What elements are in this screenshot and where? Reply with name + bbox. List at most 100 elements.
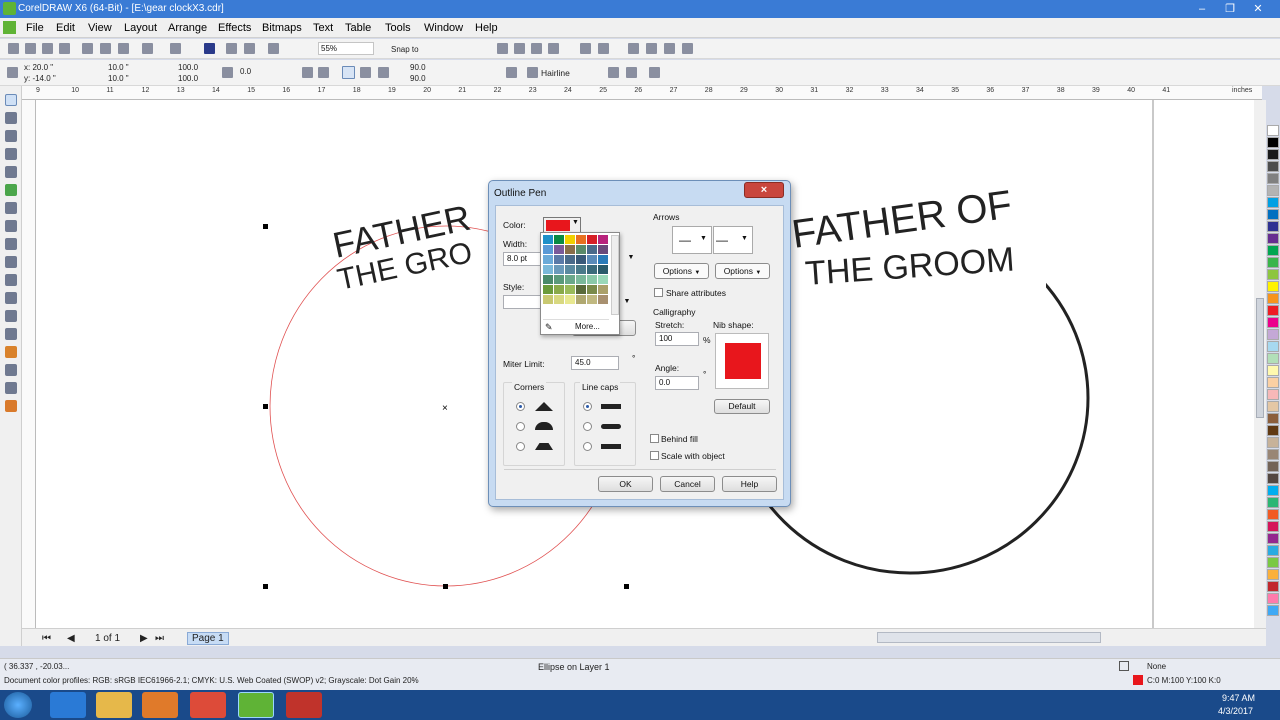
start-button-icon[interactable] — [4, 692, 32, 718]
palette-swatch[interactable] — [1267, 233, 1279, 244]
color-swatch-cell[interactable] — [587, 245, 597, 254]
palette-swatch[interactable] — [1267, 461, 1279, 472]
show-grid-icon[interactable] — [531, 43, 542, 54]
pie-icon[interactable] — [360, 67, 371, 78]
color-swatch-cell[interactable] — [598, 295, 608, 304]
close-window-button[interactable]: ✕ — [1244, 0, 1272, 18]
color-swatch-cell[interactable] — [598, 275, 608, 284]
palette-swatch[interactable] — [1267, 257, 1279, 268]
color-profiles-info[interactable]: Document color profiles: RGB: sRGB IEC61… — [4, 676, 419, 685]
menu-view[interactable]: View — [88, 22, 112, 34]
palette-swatch[interactable] — [1267, 305, 1279, 316]
color-swatch-cell[interactable] — [554, 255, 564, 264]
corel-connect-icon[interactable] — [646, 43, 657, 54]
start-arrow-options-button[interactable]: Options ▼ — [654, 263, 709, 279]
palette-swatch[interactable] — [1267, 353, 1279, 364]
undo-icon[interactable] — [142, 43, 153, 54]
color-swatch-cell[interactable] — [554, 235, 564, 244]
polygon-tool-icon[interactable] — [5, 238, 17, 250]
redo-icon[interactable] — [170, 43, 181, 54]
color-swatch-cell[interactable] — [565, 265, 575, 274]
minimize-button[interactable]: – — [1188, 0, 1216, 18]
scale-width-field[interactable]: 100.0 — [178, 63, 198, 72]
start-angle-field[interactable]: 90.0 — [410, 63, 426, 72]
menu-file[interactable]: File — [26, 22, 44, 34]
menu-effects[interactable]: Effects — [218, 22, 251, 34]
palette-swatch[interactable] — [1267, 497, 1279, 508]
position-x-field[interactable]: x: 20.0 " — [24, 63, 53, 72]
last-page-icon[interactable]: ⏭ — [155, 633, 164, 644]
color-swatch-cell[interactable] — [565, 245, 575, 254]
color-swatch-cell[interactable] — [576, 295, 586, 304]
color-swatch-cell[interactable] — [576, 285, 586, 294]
palette-swatch[interactable] — [1267, 425, 1279, 436]
color-swatch-cell[interactable] — [576, 235, 586, 244]
options-icon[interactable] — [598, 43, 609, 54]
search-content-icon[interactable] — [204, 43, 215, 54]
palette-swatch[interactable] — [1267, 413, 1279, 424]
menu-tools[interactable]: Tools — [385, 22, 411, 34]
rotation-angle-field[interactable]: 0.0 — [240, 67, 251, 76]
outline-width-dropdown[interactable]: Hairline — [541, 68, 570, 78]
menu-help[interactable]: Help — [475, 22, 498, 34]
palette-swatch[interactable] — [1267, 197, 1279, 208]
application-launcher-icon[interactable] — [628, 43, 639, 54]
palette-swatch[interactable] — [1267, 245, 1279, 256]
palette-swatch[interactable] — [1267, 317, 1279, 328]
full-screen-preview-icon[interactable] — [497, 43, 508, 54]
menu-bitmaps[interactable]: Bitmaps — [262, 22, 302, 34]
palette-swatch[interactable] — [1267, 341, 1279, 352]
cut-icon[interactable] — [82, 43, 93, 54]
palette-swatch[interactable] — [1267, 593, 1279, 604]
color-swatch-cell[interactable] — [543, 275, 553, 284]
palette-swatch[interactable] — [1267, 365, 1279, 376]
first-page-icon[interactable]: ⏮ — [42, 633, 51, 644]
clear-transformations-icon[interactable] — [626, 67, 637, 78]
color-swatch-cell[interactable] — [598, 285, 608, 294]
text-tool-icon[interactable] — [5, 274, 17, 286]
media-player-icon[interactable] — [142, 692, 178, 718]
palette-swatch[interactable] — [1267, 329, 1279, 340]
palette-swatch[interactable] — [1267, 389, 1279, 400]
color-swatch-cell[interactable] — [565, 235, 575, 244]
palette-swatch[interactable] — [1267, 185, 1279, 196]
dialog-close-button[interactable]: × — [744, 182, 784, 198]
menu-layout[interactable]: Layout — [124, 22, 157, 34]
menu-window[interactable]: Window — [424, 22, 463, 34]
crop-tool-icon[interactable] — [5, 130, 17, 142]
internet-explorer-icon[interactable] — [50, 692, 86, 718]
style-dropdown[interactable] — [503, 295, 543, 309]
selection-handle[interactable] — [443, 584, 448, 589]
transparency-tool-icon[interactable] — [5, 364, 17, 376]
outline-pen-icon[interactable] — [527, 67, 538, 78]
horizontal-scroll-thumb[interactable] — [877, 632, 1101, 643]
behind-fill-checkbox[interactable] — [650, 434, 659, 443]
basic-shapes-tool-icon[interactable] — [5, 256, 17, 268]
color-swatch-cell[interactable] — [565, 295, 575, 304]
show-rulers-icon[interactable] — [514, 43, 525, 54]
maximize-button[interactable]: ❐ — [1216, 0, 1244, 18]
color-swatch-cell[interactable] — [565, 255, 575, 264]
angle-field[interactable]: 0.0 — [655, 376, 699, 390]
default-nib-button[interactable]: Default — [714, 399, 770, 414]
start-arrow-selector[interactable]: — ▼ — [672, 226, 712, 254]
palette-swatch[interactable] — [1267, 437, 1279, 448]
menu-table[interactable]: Table — [345, 22, 371, 34]
palette-swatch[interactable] — [1267, 161, 1279, 172]
color-swatch-cell[interactable] — [543, 245, 553, 254]
end-angle-field[interactable]: 90.0 — [410, 74, 426, 83]
table-tool-icon[interactable] — [5, 292, 17, 304]
snap-to-dropdown[interactable]: Snap to — [391, 45, 419, 54]
selection-handle[interactable] — [263, 224, 268, 229]
color-swatch-cell[interactable] — [554, 265, 564, 274]
eyedropper-tool-icon[interactable] — [5, 382, 17, 394]
color-swatch-cell[interactable] — [554, 295, 564, 304]
corner-bevel-radio[interactable] — [516, 442, 525, 451]
blend-tool-icon[interactable] — [5, 346, 17, 358]
pick-tool-icon[interactable] — [5, 94, 17, 106]
color-swatch-cell[interactable] — [598, 265, 608, 274]
freehand-tool-icon[interactable] — [5, 166, 17, 178]
open-icon[interactable] — [25, 43, 36, 54]
width-field[interactable]: 8.0 pt — [503, 252, 543, 266]
palette-swatch[interactable] — [1267, 473, 1279, 484]
